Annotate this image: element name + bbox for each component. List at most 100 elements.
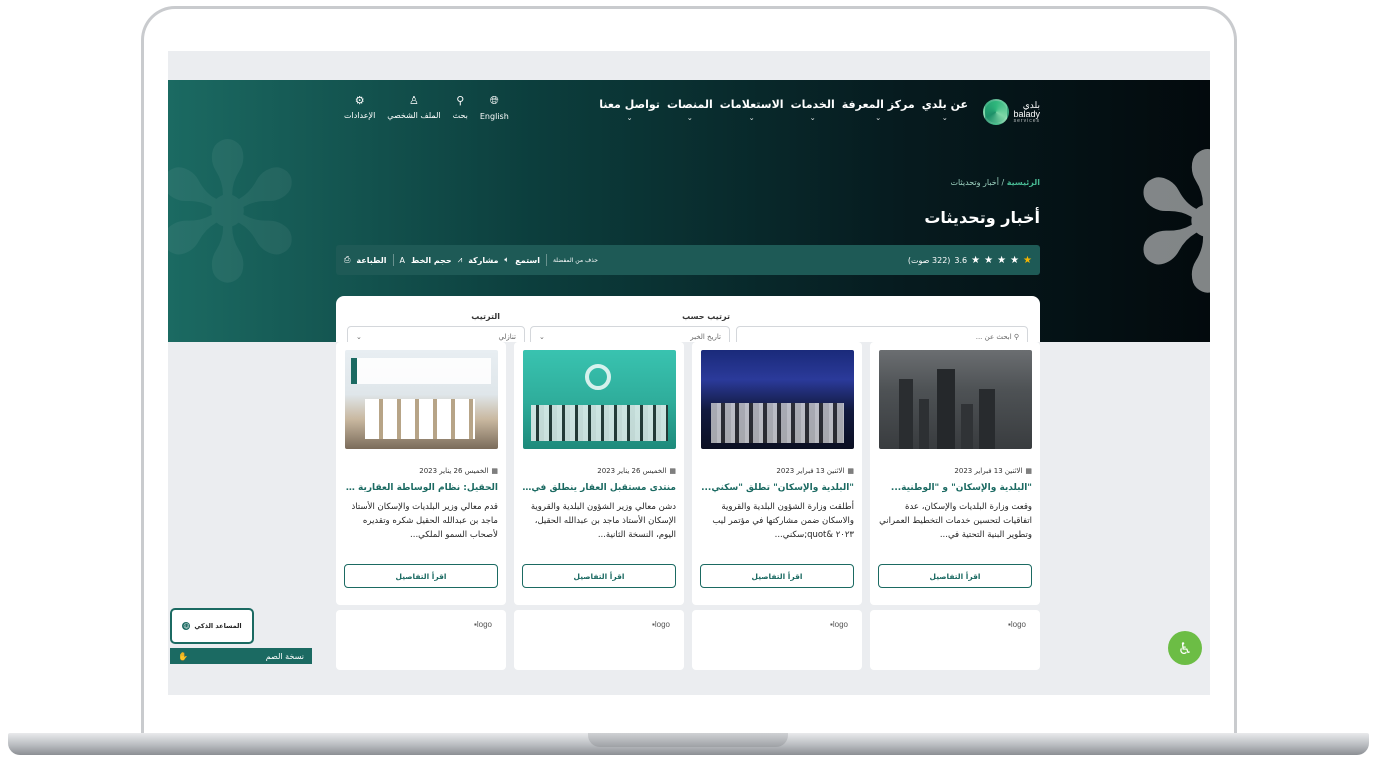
news-image xyxy=(345,350,498,449)
nav-contact[interactable]: تواصل معنا ⌄ xyxy=(599,98,660,122)
font-size-icon: A xyxy=(399,255,406,265)
chevron-down-icon: ⌄ xyxy=(356,332,362,341)
breadcrumb-home[interactable]: الرئيسية xyxy=(1007,178,1040,187)
calendar-icon: ▦ xyxy=(847,467,854,475)
laptop-base xyxy=(0,733,1377,771)
accessibility-button[interactable]: ♿︎ xyxy=(1168,631,1202,665)
sort-by-label: ترتيب حسب xyxy=(682,312,730,321)
news-title[interactable]: الحقيل: نظام الوساطة العقارية داع... xyxy=(344,483,498,493)
read-details-button[interactable]: اقرأ التفاصيل xyxy=(700,564,854,588)
sign-language-icon: ✋ xyxy=(178,651,188,661)
remove-favorite-button[interactable]: حذف من المفضلة xyxy=(553,257,598,264)
order-label: الترتيب xyxy=(471,312,500,321)
news-date: ▦ الاثنين 13 فبراير 2023 xyxy=(700,467,854,475)
read-details-button[interactable]: اقرأ التفاصيل xyxy=(522,564,676,588)
chevron-down-icon: ⌄ xyxy=(875,114,882,122)
news-date-text: الخميس 26 يناير 2023 xyxy=(597,467,667,475)
profile-button[interactable]: ♙ الملف الشخصي xyxy=(387,94,440,121)
chevron-down-icon: ⌄ xyxy=(626,114,633,122)
palm-logo-icon xyxy=(983,99,1010,125)
search-icon: ⚲ xyxy=(456,94,465,107)
header-tools: 🌐︎ English ⚲ بحث ♙ الملف الشخصي ⚙ الإعدادات xyxy=(344,94,509,121)
calendar-icon: ▦ xyxy=(669,467,676,475)
nav-services[interactable]: الخدمات ⌄ xyxy=(791,98,835,122)
logo-sub: services xyxy=(1013,117,1040,124)
deaf-version-bar[interactable]: نسخة الصم ✋ xyxy=(170,648,312,664)
star-icon[interactable]: ★ xyxy=(997,255,1006,266)
news-image xyxy=(523,350,676,449)
chevron-down-icon: ⌄ xyxy=(809,114,816,122)
divider xyxy=(545,254,547,266)
news-description: قدم معالي وزير البلديات والإسكان الأستاذ… xyxy=(351,502,498,540)
settings-button[interactable]: ⚙ الإعدادات xyxy=(344,94,375,121)
logo-wordmark: بلدي balady services xyxy=(1013,100,1040,124)
broken-image-logo: ▪logo xyxy=(474,620,492,629)
accessibility-icon: ♿︎ xyxy=(1177,638,1193,658)
logo-alt-text: logo xyxy=(476,620,492,629)
breadcrumb: الرئيسية / أخبار وتحديثات xyxy=(950,178,1040,187)
search-label: بحث xyxy=(452,111,468,120)
globe-icon: 🌐︎ xyxy=(489,94,499,107)
divider xyxy=(392,254,394,266)
rating-value: 3.6 xyxy=(954,255,968,265)
search-placeholder: ابحث عن ... xyxy=(975,332,1012,341)
user-icon: ♙ xyxy=(409,94,419,107)
font-size-button[interactable]: حجم الخط xyxy=(411,256,452,265)
balady-logo[interactable]: بلدي balady services xyxy=(976,97,1040,127)
news-title[interactable]: "البلدية والإسكان" و "الوطنية... xyxy=(878,483,1032,493)
star-icon[interactable]: ★ xyxy=(984,255,993,266)
nav-about[interactable]: عن بلدي ⌄ xyxy=(922,98,968,122)
browser-viewport: ✻ ✻ بلدي balady services عن بلدي ⌄ مركز ا… xyxy=(168,51,1210,695)
print-button[interactable]: الطباعة xyxy=(356,256,386,265)
news-date-text: الاثنين 13 فبراير 2023 xyxy=(954,467,1023,475)
main-nav: عن بلدي ⌄ مركز المعرفة ⌄ الخدمات ⌄ الاستعلا… xyxy=(599,98,968,122)
news-title[interactable]: "البلدية والإسكان" تطلق "سكني... xyxy=(700,483,854,493)
news-card[interactable]: ▪logo xyxy=(692,610,862,670)
nav-inquiries-label: الاستعلامات xyxy=(719,98,784,111)
news-card[interactable]: ▦ الخميس 26 يناير 2023 الحقيل: نظام الوسا… xyxy=(336,342,506,605)
chevron-down-icon: ⌄ xyxy=(686,114,693,122)
news-card[interactable]: ▦ الاثنين 13 فبراير 2023 "البلدية والإسكا… xyxy=(692,342,862,605)
order-select[interactable]: تنازلي ⌄ xyxy=(347,326,525,342)
nav-contact-label: تواصل معنا xyxy=(599,98,660,111)
calendar-icon: ▦ xyxy=(1025,467,1032,475)
smart-assistant-button[interactable]: المساعد الذكي ☺ xyxy=(170,608,254,644)
share-button[interactable]: مشاركة xyxy=(468,256,498,265)
search-button[interactable]: ⚲ بحث xyxy=(453,94,468,121)
nav-inquiries[interactable]: الاستعلامات ⌄ xyxy=(720,98,784,122)
breadcrumb-current: أخبار وتحديثات xyxy=(950,178,999,187)
rating-widget: ★ ★ ★ ★ ★ 3.6 (322 صوت) xyxy=(908,255,1032,266)
news-card[interactable]: ▪logo xyxy=(336,610,506,670)
nav-platforms[interactable]: المنصات ⌄ xyxy=(667,98,713,122)
assistant-label: المساعد الذكي xyxy=(194,622,242,630)
search-input[interactable]: ⚲ ابحث عن ... xyxy=(736,326,1028,342)
broken-image-logo: ▪logo xyxy=(1008,620,1026,629)
page-title: أخبار وتحديثات xyxy=(924,208,1040,227)
sort-by-select[interactable]: تاريخ الخبر ⌄ xyxy=(530,326,730,342)
news-card[interactable]: ▪logo xyxy=(870,610,1040,670)
settings-label: الإعدادات xyxy=(344,111,376,120)
news-card[interactable]: ▦ الاثنين 13 فبراير 2023 "البلدية والإسكا… xyxy=(870,342,1040,605)
breadcrumb-separator: / xyxy=(1001,178,1005,187)
palm-decoration-icon: ✻ xyxy=(168,104,308,325)
hero-banner: ✻ ✻ بلدي balady services عن بلدي ⌄ مركز ا… xyxy=(168,80,1210,342)
share-icon: ⩘ xyxy=(457,255,463,264)
broken-image-logo: ▪logo xyxy=(830,620,848,629)
star-icon[interactable]: ★ xyxy=(1023,255,1032,266)
read-details-button[interactable]: اقرأ التفاصيل xyxy=(344,564,498,588)
order-value: تنازلي xyxy=(498,332,516,341)
chevron-down-icon: ⌄ xyxy=(539,332,545,341)
read-details-button[interactable]: اقرأ التفاصيل xyxy=(878,564,1032,588)
star-icon[interactable]: ★ xyxy=(1010,255,1019,266)
news-title[interactable]: منتدى مستقبل العقار ينطلق في... xyxy=(522,483,676,493)
site-header: بلدي balady services عن بلدي ⌄ مركز المعر… xyxy=(168,80,1210,142)
nav-knowledge[interactable]: مركز المعرفة ⌄ xyxy=(842,98,915,122)
news-card[interactable]: ▦ الخميس 26 يناير 2023 منتدى مستقبل العقا… xyxy=(514,342,684,605)
news-card[interactable]: ▪logo xyxy=(514,610,684,670)
listen-button[interactable]: استمع xyxy=(515,256,540,265)
language-button[interactable]: 🌐︎ English xyxy=(480,94,509,121)
news-description: دشن معالي وزير الشؤون البلدية والقروية ا… xyxy=(530,502,676,540)
news-date-text: الاثنين 13 فبراير 2023 xyxy=(776,467,845,475)
star-icon[interactable]: ★ xyxy=(971,255,980,266)
broken-image-logo: ▪logo xyxy=(652,620,670,629)
